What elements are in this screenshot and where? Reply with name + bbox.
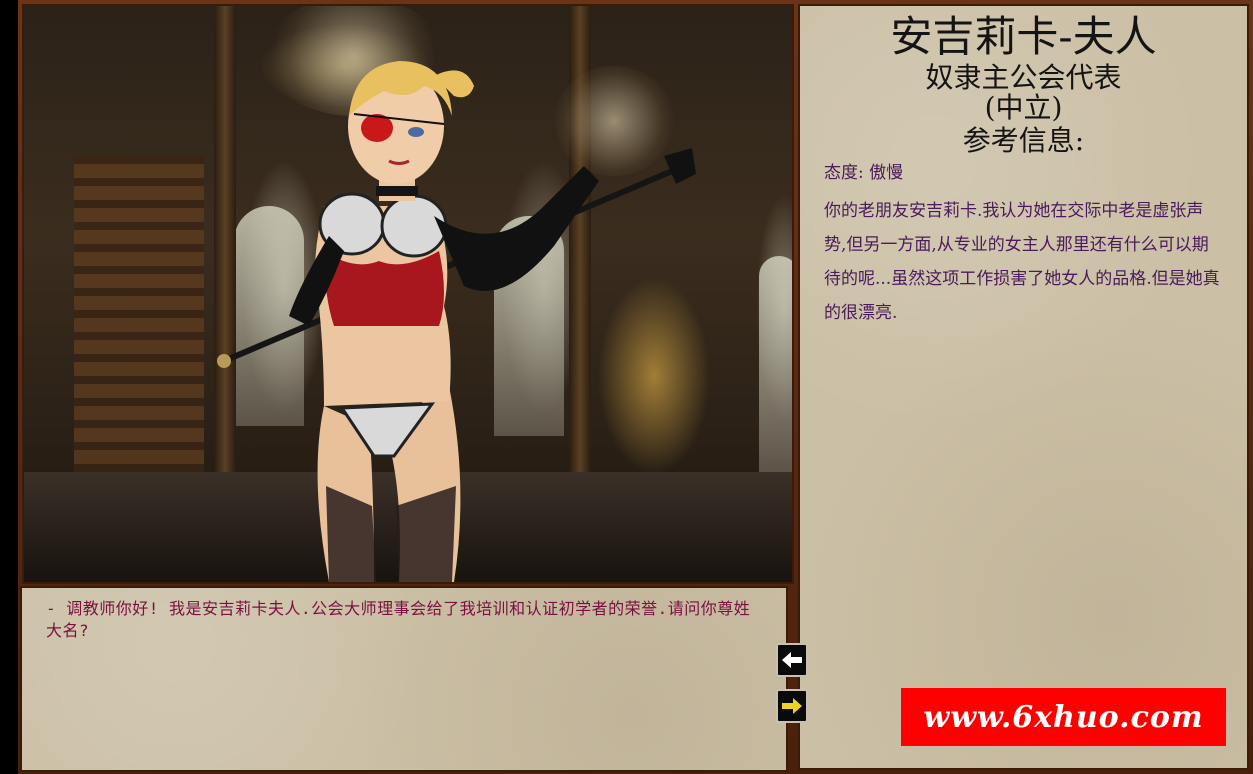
watermark-text: www.6xhuo.com xyxy=(923,699,1204,735)
watermark-banner: www.6xhuo.com xyxy=(901,688,1226,746)
character-scene xyxy=(22,4,794,584)
character-attitude: 态度: 傲慢 xyxy=(824,163,904,183)
arrow-left-icon xyxy=(782,652,802,668)
reference-header: 参考信息: xyxy=(962,124,1085,157)
character-name: 安吉莉卡-夫人 xyxy=(890,12,1157,61)
character-description: 你的老朋友安吉莉卡.我认为她在交际中老是虚张声势,但另一方面,从专业的女主人那里… xyxy=(824,201,1220,323)
next-button[interactable] xyxy=(776,689,808,723)
character-info-panel: 安吉莉卡-夫人 奴隶主公会代表 (中立) 参考信息: 态度: 傲慢 你的老朋友安… xyxy=(798,4,1249,770)
dialog-text: - 调教师你好! 我是安吉莉卡夫人.公会大师理事会给了我培训和认证初学者的荣誉.… xyxy=(46,599,751,640)
arrow-right-icon xyxy=(782,698,802,714)
character-role: 奴隶主公会代表 xyxy=(925,61,1122,94)
left-border xyxy=(0,0,18,774)
dialog-box: - 调教师你好! 我是安吉莉卡夫人.公会大师理事会给了我培训和认证初学者的荣誉.… xyxy=(20,586,788,772)
character-alignment: (中立) xyxy=(984,91,1063,124)
character-portrait xyxy=(217,61,696,582)
prev-button[interactable] xyxy=(776,643,808,677)
